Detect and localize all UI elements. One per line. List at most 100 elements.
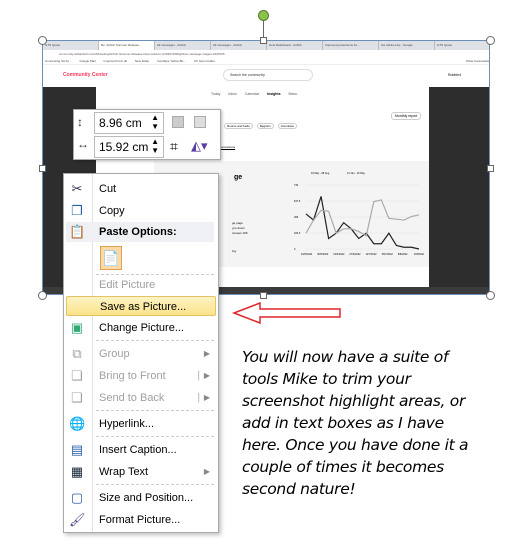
paste-icon: 📋 [69, 224, 86, 239]
hyperlink-icon: 🌐 [69, 416, 86, 431]
body-line: revious 106 [232, 231, 248, 235]
body-text: ge page g is down revious 106 [232, 221, 248, 236]
menu-label: Insert Caption... [99, 444, 177, 456]
browser-tab: Host Dashboard - Airbnb [267, 41, 323, 50]
submenu-arrow-icon: │ ▶ [196, 393, 210, 402]
width-icon: ↔ [77, 137, 89, 151]
bring-forward-icon[interactable] [172, 116, 184, 128]
change-picture-icon: ▣ [70, 320, 84, 335]
menu-label: Edit Picture [99, 279, 156, 291]
search-placeholder: Search the community [230, 73, 265, 77]
x-tick-label: 8/8/2022 [398, 253, 408, 256]
menu-item-cut[interactable]: ✂ Cut [66, 179, 216, 199]
menu-item-send-to-back: ❏ Send to Back │ ▶ [66, 388, 216, 408]
bookmarks-bar: Connecting SA for... Google Mail Importe… [43, 58, 489, 65]
height-icon: ↕ [77, 115, 83, 129]
menu-label: Hyperlink... [99, 418, 155, 430]
menu-label: Wrap Text [99, 466, 149, 478]
menu-label: Copy [99, 205, 125, 217]
bookmark: Google Mail [79, 59, 96, 63]
resize-handle-se[interactable] [486, 291, 495, 300]
mini-toolbar: ↕ 8.96 cm ▲ ▼ ↔ 15.92 cm ▲ ▼ ⌗ ◭▾ [73, 109, 221, 160]
menu-label: Cut [99, 183, 117, 195]
bookmark: Connecting SA for... [45, 59, 72, 63]
bookmark: Other bookmarks [465, 59, 489, 63]
browser-tab: GTS Quote [43, 41, 99, 50]
menu-label: Paste Options: [99, 226, 177, 238]
send-backward-icon[interactable] [194, 116, 206, 128]
text-box-note[interactable]: You will now have a suite of tools Mike … [242, 346, 482, 500]
copy-icon: ❐ [71, 203, 83, 218]
filters: Rooms and beds Regions Amenities [224, 123, 297, 129]
x-tick-label: 16/5/2022 [301, 253, 313, 256]
caption-icon: ▤ [70, 442, 84, 457]
resize-handle-sw[interactable] [38, 291, 47, 300]
spinner-icon[interactable]: ▲ ▼ [151, 137, 159, 155]
menu-item-copy[interactable]: ❐ Copy [66, 201, 216, 221]
filter-chip: Regions [256, 123, 274, 129]
menu-item-edit-picture: Edit Picture [66, 275, 216, 295]
browser-tab: All messages - Airbnb [211, 41, 267, 50]
red-arrow-annotation [231, 301, 341, 325]
filter-chip: Rooms and beds [224, 123, 253, 129]
resize-handle-nw[interactable] [38, 36, 47, 45]
resize-handle-e[interactable] [487, 165, 494, 172]
menu-item-save-as-picture[interactable]: Save as Picture... [66, 296, 216, 316]
menu-item-insert-caption[interactable]: ▤ Insert Caption... [66, 440, 216, 460]
resize-handle-ne[interactable] [486, 36, 495, 45]
paste-options-header: 📋 Paste Options: [66, 222, 214, 242]
height-input[interactable]: 8.96 cm ▲ ▼ [94, 112, 164, 134]
browser-tab: All messages - Airbnb [155, 41, 211, 50]
spinner-icon[interactable]: ▲ ▼ [151, 113, 159, 131]
bookmark: New folder [134, 59, 150, 63]
browser-tab: GTS Quote [435, 41, 489, 50]
menu-label: Group [99, 348, 130, 360]
bring-front-icon: ❏ [71, 368, 83, 383]
menu-item-group: ⧉ Group ▶ [66, 344, 216, 364]
group-icon: ⧉ [72, 346, 82, 361]
legend-item: 21 Jan - 16 May [347, 172, 365, 175]
menu-label: Size and Position... [99, 492, 194, 504]
menu-label: Save as Picture... [100, 301, 187, 313]
x-tick-label: 30/5/2022 [317, 253, 329, 256]
menu-item-bring-to-front: ❏ Bring to Front │ ▶ [66, 366, 216, 386]
x-tick-label: 27/6/2022 [349, 253, 361, 256]
rotate-icon[interactable]: ◭▾ [191, 138, 208, 154]
inner-nav: Today Inbox Calendar Insights Menu [211, 92, 297, 96]
menu-item-format-picture[interactable]: 🖌 Format Picture... [66, 510, 216, 530]
x-tick-label: 22/8/2022 [414, 253, 424, 256]
community-header: Community Center Search the community Ro… [43, 65, 489, 87]
y-tick-label: 730 [294, 184, 299, 187]
address-bar: community.withairbnb.com/t5/Hosting/Airb… [43, 50, 489, 58]
nav-item: Calendar [244, 92, 260, 96]
browser-tab: Re: Airbnb Summer Release [99, 41, 155, 50]
menu-item-change-picture[interactable]: ▣ Change Picture... [66, 318, 216, 338]
width-input[interactable]: 15.92 cm ▲ ▼ [94, 136, 164, 158]
send-back-icon: ❏ [71, 390, 83, 405]
nav-item: Menu [288, 92, 298, 96]
crop-icon[interactable]: ⌗ [170, 138, 178, 155]
paste-keep-source-button[interactable]: 📄 [100, 246, 122, 270]
y-tick-label: 182.5 [294, 232, 301, 235]
wrap-text-icon: ▦ [70, 464, 84, 479]
x-tick-label: 11/7/2022 [366, 253, 378, 256]
format-picture-icon: 🖌 [69, 512, 86, 527]
rotate-handle[interactable] [258, 10, 269, 21]
section-title: ge [234, 174, 243, 181]
menu-label: Send to Back [99, 392, 165, 404]
browser-tab: Improved protections for... [323, 41, 379, 50]
size-position-icon: ▢ [70, 490, 84, 505]
scissors-icon: ✂ [71, 181, 83, 196]
resize-handle-n[interactable] [260, 37, 267, 44]
nav-item: Inbox [228, 92, 237, 96]
resize-handle-w[interactable] [39, 165, 46, 172]
menu-item-wrap-text[interactable]: ▦ Wrap Text ▶ [66, 462, 216, 482]
community-logo: Community Center [63, 72, 108, 78]
nav-item: Insights [267, 92, 281, 96]
nav-item: Today [211, 92, 221, 96]
user-name: Robbie4 [448, 73, 462, 77]
resize-handle-s[interactable] [260, 292, 267, 299]
submenu-arrow-icon: │ ▶ [196, 371, 210, 380]
menu-item-size-and-position[interactable]: ▢ Size and Position... [66, 488, 216, 508]
menu-item-hyperlink[interactable]: 🌐 Hyperlink... [66, 414, 216, 434]
